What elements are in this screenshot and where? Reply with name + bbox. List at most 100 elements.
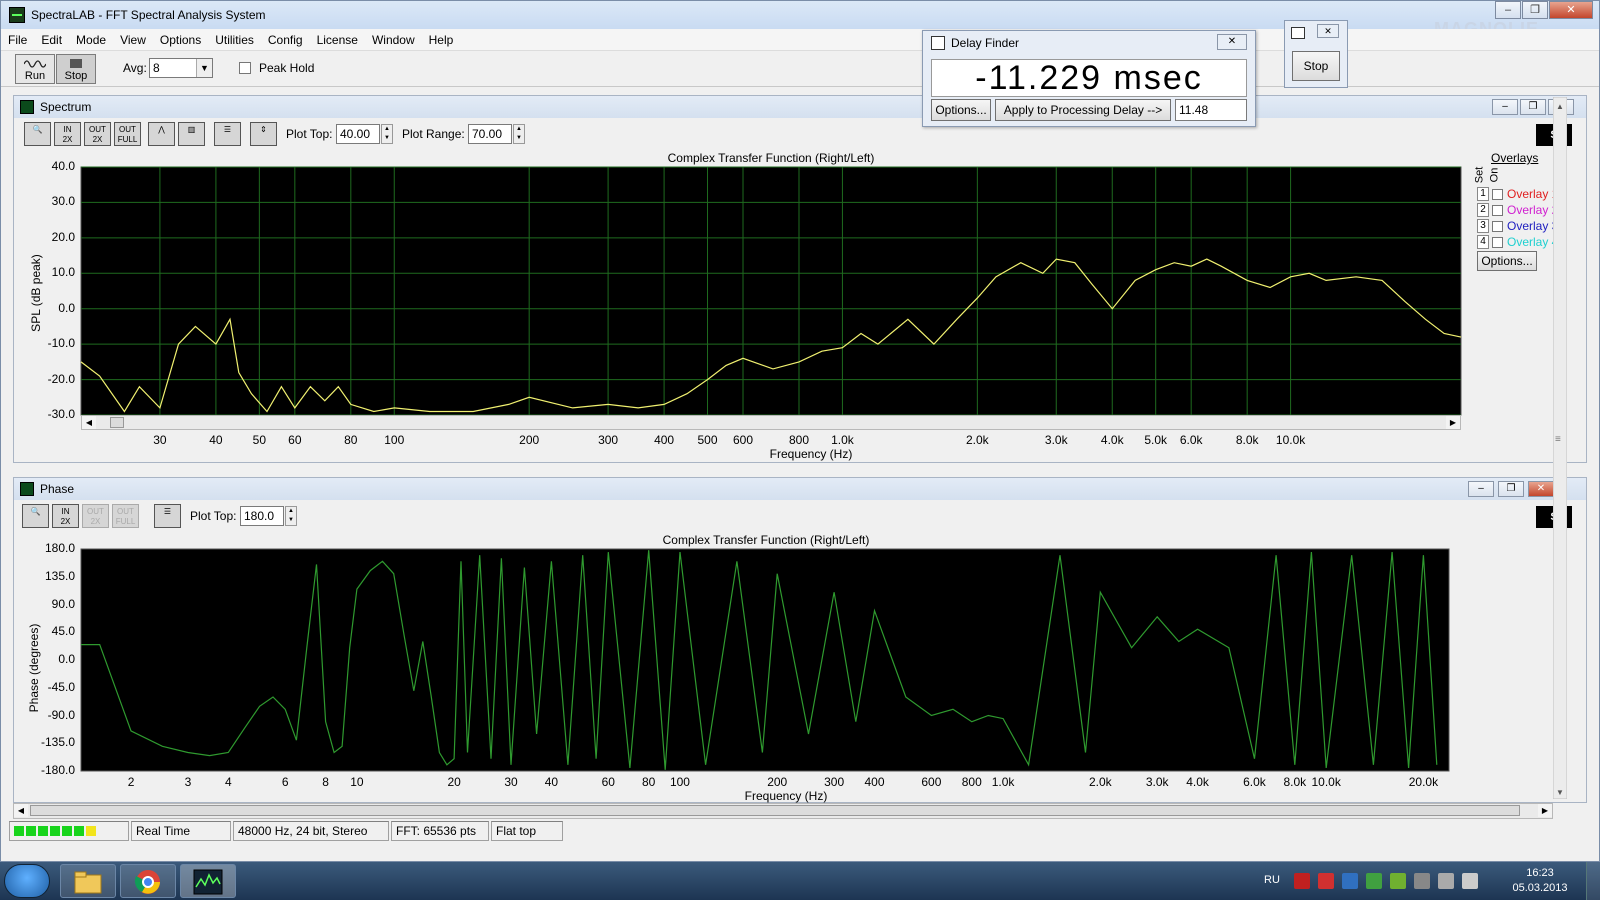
- delay-finder-window: Delay Finder ✕ -11.229 msec Options... A…: [922, 30, 1256, 127]
- phase-y-tick-label: -180.0: [40, 763, 75, 777]
- nvidia-tray-icon[interactable]: [1390, 873, 1406, 889]
- phase-x-axis-label: Frequency (Hz): [744, 789, 828, 803]
- overlay-label: Overlay 1: [1507, 187, 1559, 201]
- svg-text:≡: ≡: [1555, 434, 1561, 445]
- overlay-set-button[interactable]: 2: [1477, 203, 1489, 217]
- network-tray-icon[interactable]: [1342, 873, 1358, 889]
- phase-chart[interactable]: [80, 548, 1450, 772]
- phase-plot-area[interactable]: [80, 548, 1450, 772]
- svg-text:▼: ▼: [1556, 788, 1564, 797]
- stop-mini-close-button[interactable]: ✕: [1317, 24, 1339, 38]
- overlay-on-checkbox[interactable]: [1492, 204, 1503, 216]
- phase-chart-title: Complex Transfer Function (Right/Left): [662, 533, 870, 547]
- show-desktop-button[interactable]: [1586, 862, 1600, 900]
- phase-y-tick-label: 180.0: [44, 541, 75, 555]
- overlay-row-1[interactable]: 1 Overlay 1: [1477, 187, 1558, 201]
- overlay-on-checkbox[interactable]: [1492, 188, 1503, 200]
- overlay-label: Overlay 2: [1507, 203, 1559, 217]
- scroll-right-icon[interactable]: ▶: [1538, 804, 1552, 817]
- overlay-on-checkbox[interactable]: [1492, 236, 1503, 248]
- spectrum-y-tick-label: -10.0: [47, 336, 75, 351]
- phase-x-tick-label: 2: [127, 775, 135, 789]
- apply-to-processing-delay-button[interactable]: Apply to Processing Delay -->: [995, 99, 1171, 121]
- delay-finder-title: Delay Finder: [951, 36, 1020, 50]
- scroll-right-icon[interactable]: ▶: [1446, 416, 1460, 429]
- phase-x-tick-label: 20.0k: [1408, 775, 1439, 789]
- chrome-icon: [134, 870, 160, 894]
- taskbar: RU 16:23 05.03.2013: [0, 862, 1600, 900]
- app-window: SpectraLAB - FFT Spectral Analysis Syste…: [0, 0, 1600, 862]
- spectrum-x-tick-label: 200: [519, 433, 540, 447]
- spectrum-x-tick-label: 300: [598, 433, 619, 447]
- folder-icon: [74, 871, 102, 894]
- taskbar-chrome-button[interactable]: [120, 864, 176, 898]
- overlay-options-button[interactable]: Options...: [1477, 251, 1537, 271]
- overlay-row-2[interactable]: 2 Overlay 2: [1477, 203, 1558, 217]
- spectrum-y-tick-label: -30.0: [47, 407, 75, 421]
- taskbar-explorer-button[interactable]: [60, 864, 116, 898]
- spectrum-y-tick-label: 40.0: [51, 159, 75, 173]
- overlays-title: Overlays: [1491, 151, 1539, 165]
- stop-mini-window: ✕ Stop: [1284, 20, 1348, 88]
- phase-y-tick-label: 90.0: [51, 596, 75, 611]
- scroll-left-icon[interactable]: ◀: [82, 416, 96, 429]
- power-tray-icon[interactable]: [1414, 873, 1430, 889]
- phase-x-tick-label: 20: [447, 775, 461, 789]
- overlay-on-checkbox[interactable]: [1492, 220, 1503, 232]
- phase-x-tick-label: 10: [350, 775, 364, 789]
- phase-x-tick-label: 200: [767, 775, 788, 789]
- phase-x-tick-label: 2.0k: [1088, 775, 1112, 789]
- pdf-tray-icon[interactable]: [1294, 873, 1310, 889]
- vertical-scrollbar[interactable]: ▲ ▼ ≡: [1552, 96, 1568, 800]
- overlay-set-button[interactable]: 4: [1477, 235, 1489, 249]
- spectrum-horizontal-scrollbar[interactable]: ◀ ▶: [81, 415, 1461, 430]
- phase-x-tick-label: 1.0k: [991, 775, 1015, 789]
- phase-y-tick-label: 45.0: [51, 624, 75, 639]
- overlays-set-header: Set: [1473, 166, 1486, 184]
- status-mode: Real Time: [131, 821, 231, 841]
- phase-x-tick-label: 4: [224, 775, 232, 789]
- phase-y-tick-label: 0.0: [58, 652, 75, 666]
- overlay-set-button[interactable]: 3: [1477, 219, 1489, 233]
- overlay-row-4[interactable]: 4 Overlay 4: [1477, 235, 1558, 249]
- overlay-set-button[interactable]: 1: [1477, 187, 1489, 201]
- main-horizontal-scrollbar[interactable]: ◀ ▶: [13, 803, 1553, 819]
- spectrum-y-tick-label: 20.0: [51, 229, 75, 244]
- spectrum-y-tick-label: -20.0: [47, 371, 75, 386]
- start-button[interactable]: [4, 864, 50, 898]
- spectrum-chart[interactable]: [80, 166, 1462, 416]
- overlay-row-3[interactable]: 3 Overlay 3: [1477, 219, 1558, 233]
- spectrum-x-tick-label: 30: [153, 433, 167, 447]
- stop-mini-button[interactable]: Stop: [1292, 51, 1340, 81]
- delay-options-button[interactable]: Options...: [931, 99, 991, 121]
- scroll-thumb[interactable]: [110, 417, 124, 428]
- spectrum-x-tick-label: 6.0k: [1179, 433, 1203, 447]
- taskbar-spectralab-button[interactable]: [180, 864, 236, 898]
- delay-finder-close-button[interactable]: ✕: [1217, 34, 1247, 50]
- scroll-left-icon[interactable]: ◀: [14, 804, 28, 817]
- phase-x-tick-label: 100: [669, 775, 690, 789]
- security-tray-icon[interactable]: [1366, 873, 1382, 889]
- scroll-thumb[interactable]: [30, 805, 1520, 816]
- spectrum-x-tick-label: 3.0k: [1044, 433, 1068, 447]
- acrobat-tray-icon[interactable]: [1318, 873, 1334, 889]
- overlay-label: Overlay 3: [1507, 219, 1559, 233]
- phase-x-tick-label: 4.0k: [1186, 775, 1209, 789]
- spectrum-plot-area[interactable]: [80, 166, 1462, 416]
- clock[interactable]: 16:23 05.03.2013: [1508, 866, 1572, 896]
- overlays-on-header: On: [1488, 167, 1501, 183]
- language-indicator[interactable]: RU: [1264, 874, 1280, 886]
- signal-tray-icon[interactable]: [1438, 873, 1454, 889]
- volume-icon[interactable]: [1462, 873, 1478, 889]
- spectrum-x-tick-label: 60: [288, 433, 302, 447]
- clock-date: 05.03.2013: [1512, 882, 1568, 894]
- phase-x-tick-label: 400: [864, 775, 885, 789]
- delay-finder-title-bar[interactable]: Delay Finder ✕: [923, 31, 1255, 55]
- spectrum-x-tick-label: 100: [384, 433, 405, 447]
- system-tray: [1294, 873, 1486, 889]
- phase-x-tick-label: 10.0k: [1311, 775, 1341, 789]
- charts-canvas: [80, 166, 1462, 772]
- spectrum-x-tick-label: 1.0k: [831, 433, 854, 447]
- phase-y-tick-label: -90.0: [47, 707, 75, 722]
- delay-value-field[interactable]: 11.48: [1175, 99, 1247, 121]
